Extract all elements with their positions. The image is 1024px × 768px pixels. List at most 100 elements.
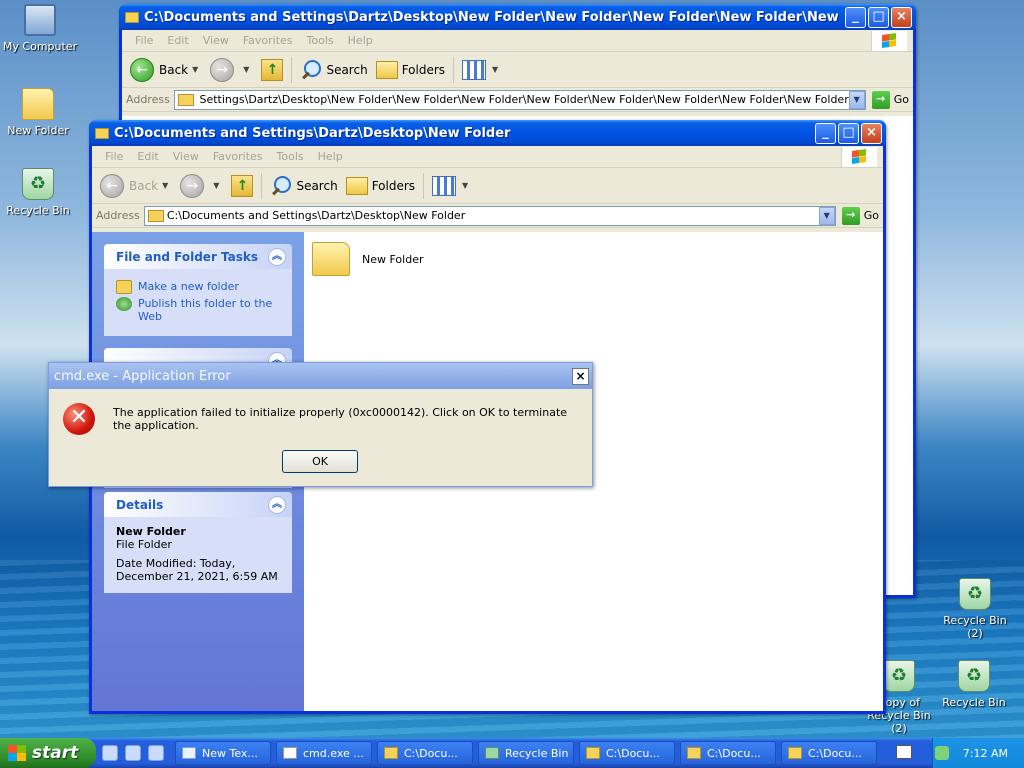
forward-arrow-icon: →: [210, 57, 235, 82]
start-button[interactable]: start: [0, 738, 96, 768]
show-desktop-icon[interactable]: [102, 745, 118, 761]
up-button[interactable]: ↑: [227, 171, 257, 201]
chevron-down-icon[interactable]: ▼: [492, 65, 498, 74]
menu-favorites[interactable]: Favorites: [236, 34, 300, 47]
chevron-down-icon[interactable]: ▼: [162, 181, 168, 190]
make-new-folder-link[interactable]: Make a new folder: [116, 280, 280, 294]
address-label: Address: [96, 209, 140, 222]
panel-header[interactable]: File and Folder Tasks ︽: [104, 244, 292, 269]
panel-header[interactable]: Details ︽: [104, 492, 292, 517]
go-button[interactable]: → Go: [841, 206, 879, 225]
taskbar-button[interactable]: C:\Docu...: [579, 741, 675, 765]
menu-view[interactable]: View: [196, 34, 236, 47]
taskbar-button[interactable]: C:\Docu...: [781, 741, 877, 765]
close-button[interactable]: ×: [891, 6, 912, 28]
menu-edit[interactable]: Edit: [130, 150, 165, 163]
menu-help[interactable]: Help: [311, 150, 350, 163]
minimize-button[interactable]: _: [815, 122, 836, 144]
folders-button[interactable]: Folders: [342, 171, 419, 201]
menu-favorites[interactable]: Favorites: [206, 150, 270, 163]
chevron-down-icon[interactable]: ▼: [462, 181, 468, 190]
notepad-icon: [182, 747, 196, 759]
taskbar-button[interactable]: C:\Docu...: [377, 741, 473, 765]
menu-tools[interactable]: Tools: [270, 150, 311, 163]
forward-button[interactable]: → ▼: [176, 171, 227, 201]
desktop-icon-my-computer[interactable]: My Computer: [0, 4, 80, 53]
folder-icon: [586, 747, 600, 759]
menu-file[interactable]: File: [128, 34, 160, 47]
address-input[interactable]: C:\Documents and Settings\Dartz\Desktop\…: [143, 205, 836, 226]
go-button[interactable]: → Go: [871, 90, 909, 109]
up-folder-icon: ↑: [231, 174, 254, 197]
search-button[interactable]: Search: [266, 171, 341, 201]
chevron-down-icon[interactable]: ▼: [243, 65, 249, 74]
taskbar-button[interactable]: cmd.exe ...: [276, 741, 372, 765]
media-player-icon[interactable]: [148, 745, 164, 761]
desktop-icon-label: Recycle Bin: [6, 204, 70, 217]
taskbar-button-label: Recycle Bin: [505, 746, 569, 760]
windows-logo-icon: [841, 147, 877, 167]
folder-item[interactable]: New Folder: [312, 242, 423, 276]
menu-tools[interactable]: Tools: [300, 34, 341, 47]
folder-item-label: New Folder: [362, 252, 424, 266]
window-title: C:\Documents and Settings\Dartz\Desktop\…: [144, 9, 843, 25]
back-label: Back: [129, 178, 159, 193]
back-arrow-icon: ←: [100, 173, 124, 198]
clock[interactable]: 7:12 AM: [963, 747, 1008, 760]
dialog-titlebar[interactable]: cmd.exe - Application Error ×: [49, 363, 592, 389]
window-icon: [283, 747, 297, 759]
collapse-icon[interactable]: ︽: [268, 247, 286, 266]
chevron-down-icon[interactable]: ▼: [213, 181, 219, 190]
maximize-button[interactable]: □: [838, 122, 859, 144]
desktop-icon-recycle-bin-3[interactable]: Recycle Bin: [934, 660, 1014, 709]
menu-view[interactable]: View: [166, 150, 206, 163]
dialog-title: cmd.exe - Application Error: [54, 368, 231, 384]
back-label: Back: [159, 62, 189, 77]
folder-icon: [125, 11, 139, 23]
menu-file[interactable]: File: [98, 150, 130, 163]
close-button[interactable]: ×: [861, 122, 882, 144]
network-icon[interactable]: [934, 746, 949, 760]
taskbar-button[interactable]: Recycle Bin: [478, 741, 574, 765]
window-title: C:\Documents and Settings\Dartz\Desktop\…: [114, 125, 511, 141]
publish-web-link[interactable]: Publish this folder to the Web: [116, 297, 280, 323]
collapse-icon[interactable]: ︽: [268, 495, 286, 514]
keyboard-icon[interactable]: [896, 745, 912, 759]
views-icon: [432, 175, 457, 196]
desktop-icon-recycle-bin-2[interactable]: Recycle Bin (2): [935, 578, 1015, 640]
search-button[interactable]: Search: [296, 55, 371, 85]
taskbar-button[interactable]: New Tex...: [175, 741, 271, 765]
recycle-bin-icon: [958, 660, 990, 692]
minimize-button[interactable]: _: [845, 6, 866, 28]
back-button[interactable]: ← Back ▼: [96, 171, 176, 201]
menu-edit[interactable]: Edit: [160, 34, 195, 47]
address-input[interactable]: C:\Documents and Settings\Dartz\Desktop\…: [173, 89, 866, 110]
folders-button[interactable]: Folders: [372, 55, 449, 85]
address-dropdown-button[interactable]: ▼: [848, 90, 865, 109]
window-titlebar[interactable]: C:\Documents and Settings\Dartz\Desktop\…: [119, 4, 916, 30]
details-name: New Folder: [116, 525, 186, 538]
menu-help[interactable]: Help: [341, 34, 380, 47]
desktop-icon-recycle-bin[interactable]: Recycle Bin: [0, 168, 78, 217]
up-button[interactable]: ↑: [257, 55, 287, 85]
chevron-down-icon[interactable]: ▼: [192, 65, 198, 74]
internet-explorer-icon[interactable]: [125, 745, 141, 761]
views-button[interactable]: ▼: [458, 55, 506, 85]
back-button[interactable]: ← Back ▼: [126, 55, 206, 85]
taskbar: start New Tex... cmd.exe ... C:\Docu... …: [0, 738, 1024, 768]
link-label: Make a new folder: [138, 280, 239, 293]
address-dropdown-button[interactable]: ▼: [818, 206, 835, 225]
taskbar-button-label: C:\Docu...: [404, 746, 458, 760]
taskbar-button[interactable]: C:\Docu...: [680, 741, 776, 765]
error-dialog[interactable]: cmd.exe - Application Error × ✕ The appl…: [48, 362, 593, 487]
window-titlebar[interactable]: C:\Documents and Settings\Dartz\Desktop\…: [89, 120, 886, 146]
ok-button[interactable]: OK: [282, 450, 358, 473]
close-button[interactable]: ×: [572, 367, 589, 385]
up-folder-icon: ↑: [261, 58, 284, 81]
recycle-bin-icon: [22, 168, 54, 200]
desktop-icon-new-folder[interactable]: New Folder: [0, 88, 78, 137]
search-label: Search: [326, 62, 368, 77]
views-button[interactable]: ▼: [428, 171, 476, 201]
forward-button[interactable]: → ▼: [206, 55, 257, 85]
maximize-button[interactable]: □: [868, 6, 889, 28]
